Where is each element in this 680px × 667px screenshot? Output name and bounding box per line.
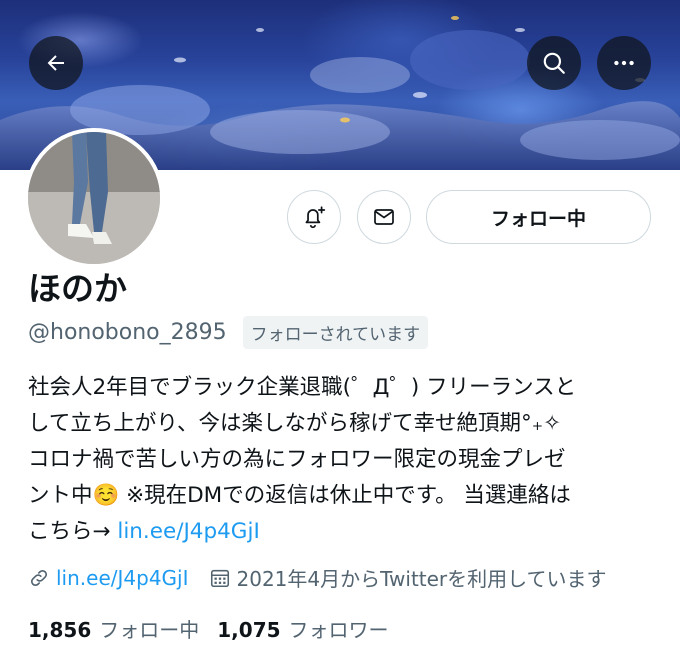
joined-date: 2021年4月からTwitterを利用しています [236,567,607,591]
avatar-photo [28,132,160,264]
bio-link[interactable]: lin.ee/J4p4GjI [117,519,259,544]
following-stat[interactable]: 1,856 フォロー中 [28,614,217,643]
calendar-icon [210,569,229,587]
bell-plus-icon [305,206,326,229]
search-button[interactable] [527,36,581,90]
followers-label: フォロワー [288,618,389,642]
envelope-icon [374,209,394,225]
more-button[interactable] [597,36,651,90]
bio-line: ント中☺️ ※現在DMでの返信は休止中です。 当選連絡は [28,483,571,508]
follow-stats: 1,856 フォロー中 1,075 フォロワー [28,614,407,643]
display-name: ほのか [28,269,127,308]
bio-line: して立ち上がり、今は楽しながら稼げて幸せ絶頂期°₊✧ [28,411,562,436]
following-button[interactable]: フォロー中 [426,190,651,244]
bio-line: コロナ禍で苦しい方の為にフォロワー限定の現金プレゼ [28,447,566,472]
link-icon [30,569,48,586]
more-horizontal-icon [614,60,634,66]
arrow-left-icon [47,55,64,71]
search-icon [543,52,565,74]
profile-meta: lin.ee/J4p4GjI 2021年4月からTwitterを利用しています [28,563,607,592]
handle-row: @honobono_2895 フォローされています [28,316,429,349]
following-count: 1,856 [28,618,92,642]
bio-line: こちら→ lin.ee/J4p4GjI [28,514,658,550]
back-button[interactable] [29,36,83,90]
follows-you-badge: フォローされています [242,316,429,349]
notifications-bell-button[interactable] [287,190,341,244]
followers-stat[interactable]: 1,075 フォロワー [217,614,406,643]
profile-bio: 社会人2年目でブラック企業退職(゜Д゜) フリーランスと して立ち上がり、今は楽し… [28,370,658,550]
message-button[interactable] [357,190,411,244]
followers-count: 1,075 [217,618,281,642]
website-link[interactable]: lin.ee/J4p4GjI [56,566,189,590]
bio-line: 社会人2年目でブラック企業退職(゜Д゜) フリーランスと [28,375,577,400]
profile-avatar[interactable] [24,128,164,268]
following-label: フォロー中 [99,618,200,642]
user-handle: @honobono_2895 [28,320,227,345]
bio-text: こちら→ [28,519,118,544]
